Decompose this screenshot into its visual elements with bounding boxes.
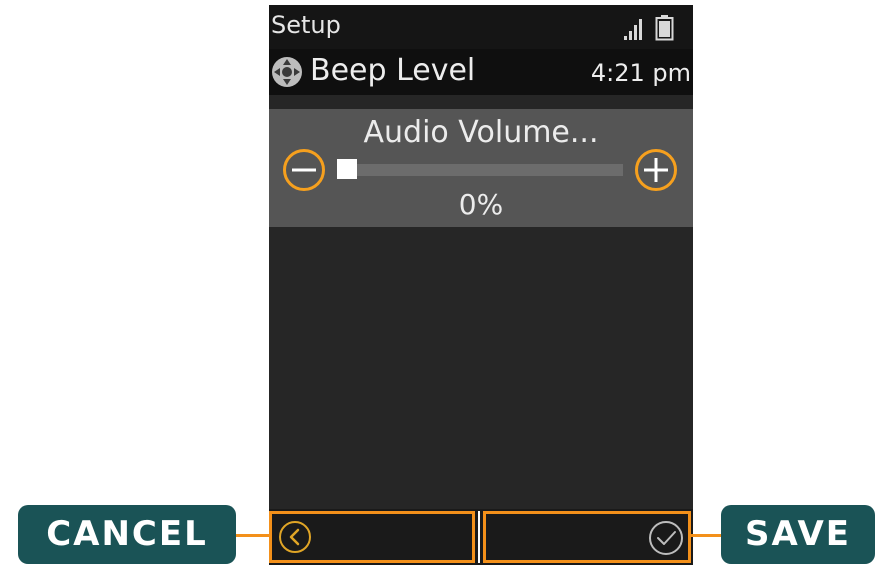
page-title: Beep Level — [310, 53, 476, 88]
back-chevron-icon — [279, 521, 311, 553]
volume-slider-track[interactable] — [337, 164, 623, 176]
volume-value: 0% — [458, 188, 504, 221]
app-label: Setup — [271, 11, 341, 39]
clock-time: 4:21 pm — [590, 59, 691, 87]
plus-icon — [644, 158, 668, 182]
cancel-softkey[interactable] — [269, 511, 475, 563]
header-bar: Beep Level 4:21 pm — [269, 49, 693, 95]
softkey-bar — [269, 509, 693, 565]
save-callout-connector — [690, 534, 721, 537]
volume-slider-thumb[interactable] — [337, 159, 357, 179]
minus-icon — [292, 168, 316, 172]
cancel-callout-label: CANCEL — [18, 505, 236, 564]
device-screen: Setup Beep Level 4:21 pm Audio Volume...… — [269, 5, 693, 565]
audio-volume-panel: Audio Volume... 0% — [269, 109, 693, 227]
battery-icon — [655, 15, 674, 41]
spacer — [269, 95, 693, 109]
stage: Setup Beep Level 4:21 pm Audio Volume...… — [0, 0, 877, 569]
signal-bars-icon — [624, 19, 642, 40]
save-callout-label: SAVE — [721, 505, 875, 564]
save-softkey[interactable] — [483, 511, 691, 563]
cancel-callout-connector — [236, 534, 270, 537]
volume-title: Audio Volume... — [363, 115, 599, 150]
status-bar: Setup — [269, 5, 693, 49]
softkey-divider — [478, 511, 480, 563]
navigation-pad-icon[interactable] — [271, 56, 303, 88]
checkmark-icon — [649, 521, 683, 555]
